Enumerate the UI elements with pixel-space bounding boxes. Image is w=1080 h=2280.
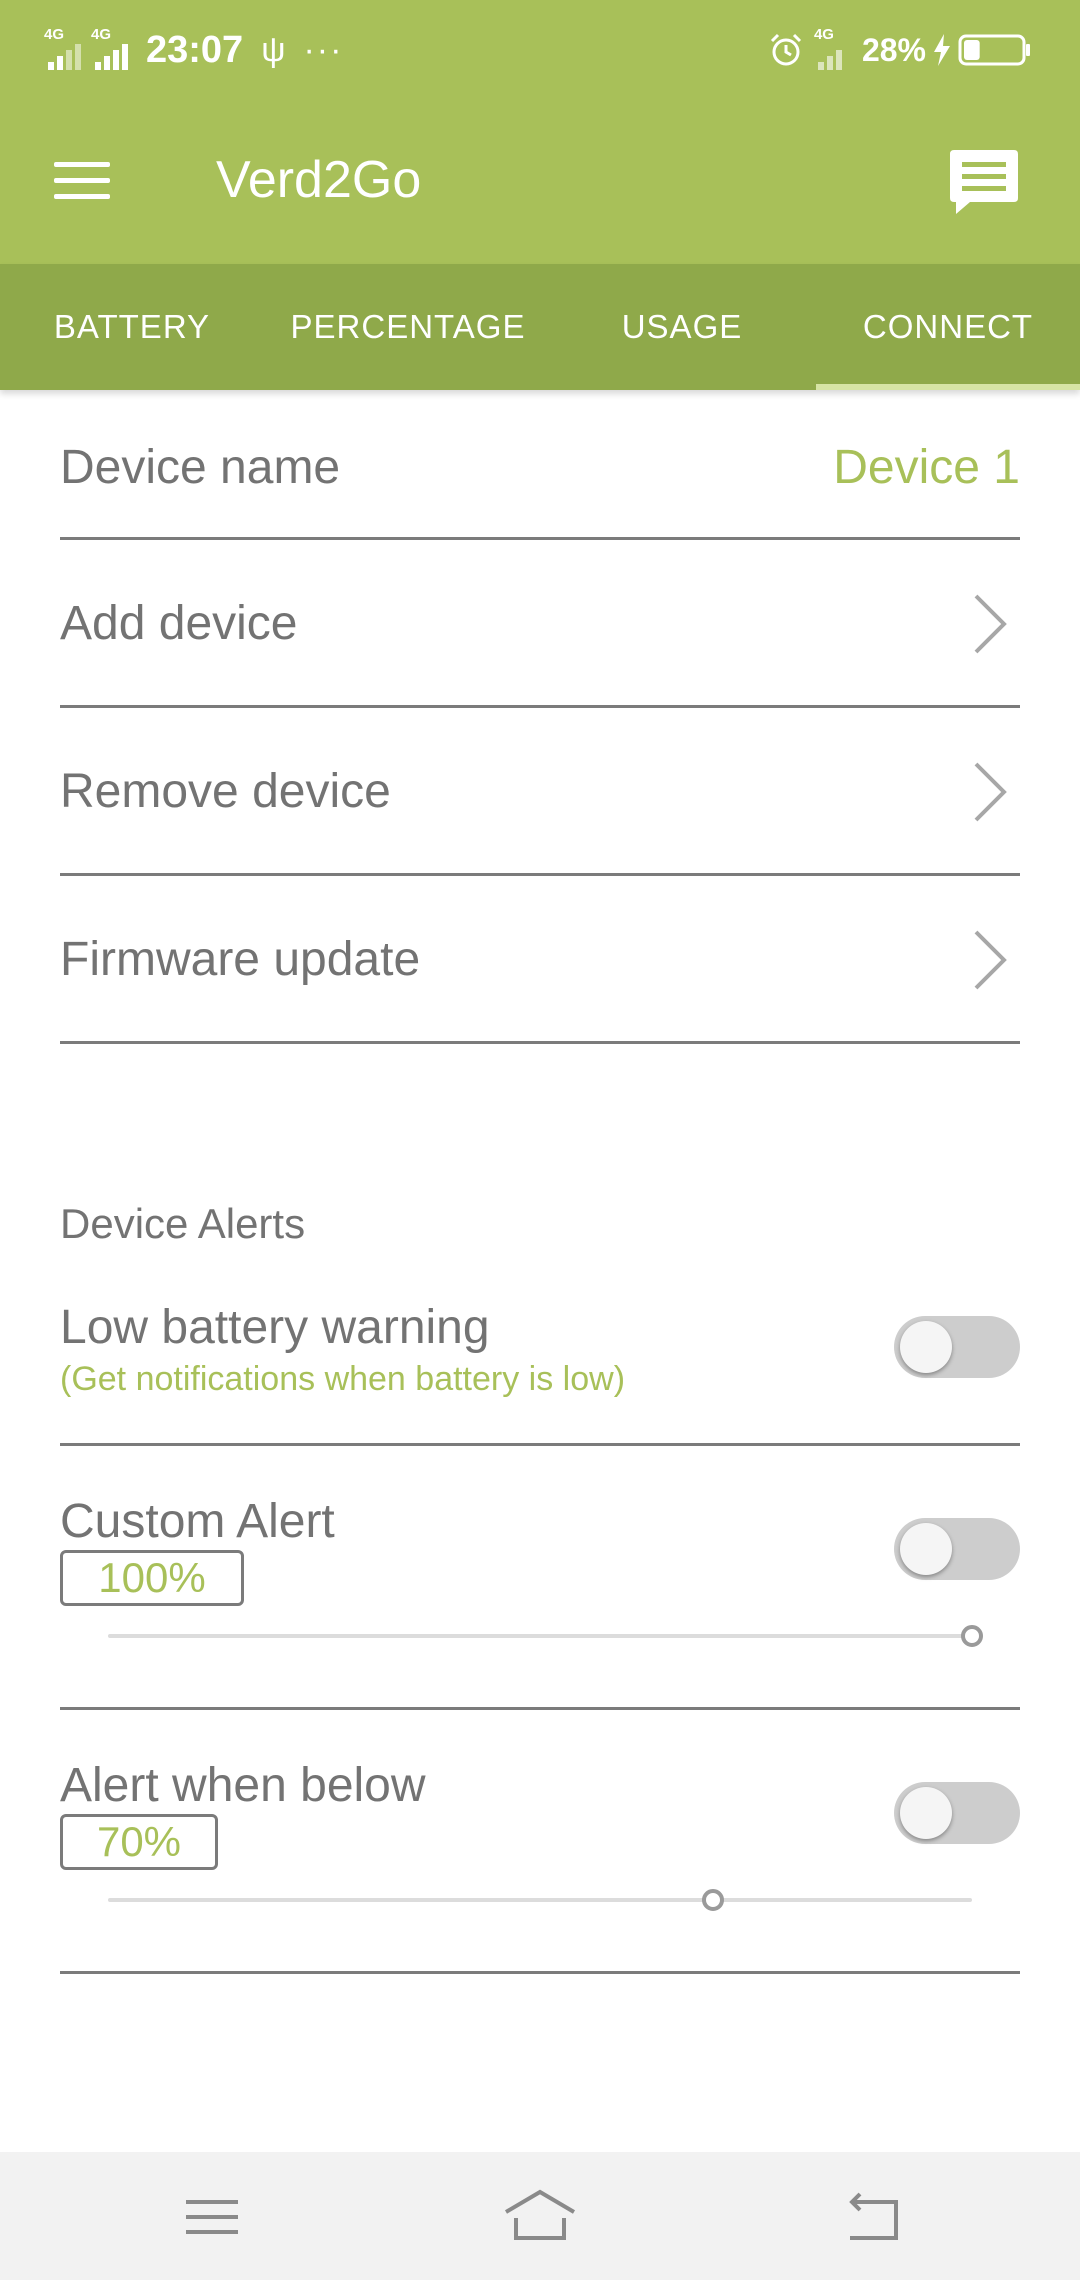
- status-bar: 4G 4G 23:07 ψ ··· 4G 28%: [0, 0, 1080, 98]
- tab-usage[interactable]: USAGE: [590, 264, 774, 390]
- low-battery-title: Low battery warning: [60, 1301, 490, 1354]
- slider-thumb[interactable]: [961, 1625, 983, 1647]
- firmware-update-label: Firmware update: [60, 933, 421, 986]
- device-name-value: Device 1: [833, 441, 1020, 494]
- signal-1-icon: 4G: [44, 26, 81, 70]
- slider-track: [108, 1634, 972, 1638]
- custom-alert-row: Custom Alert 100%: [60, 1446, 1020, 1710]
- add-device-row[interactable]: Add device: [60, 540, 1020, 708]
- app-title: Verd2Go: [216, 151, 422, 209]
- alert-below-row: Alert when below 70%: [60, 1710, 1020, 1974]
- low-battery-subtitle: (Get notifications when battery is low): [60, 1360, 626, 1398]
- status-right: 4G 28%: [768, 22, 1032, 78]
- custom-alert-slider[interactable]: [108, 1616, 983, 1656]
- device-name-row[interactable]: Device name Device 1: [60, 390, 1020, 540]
- battery-icon: [958, 34, 1030, 66]
- clock: 23:07: [146, 28, 244, 71]
- app-bar: Verd2Go: [0, 98, 1080, 264]
- battery-percent: 28%: [861, 31, 926, 68]
- remove-device-label: Remove device: [60, 765, 391, 818]
- tab-battery[interactable]: BATTERY: [30, 264, 234, 390]
- signal-2-icon: 4G: [91, 26, 128, 70]
- home-icon[interactable]: [500, 2182, 580, 2252]
- custom-alert-value-box: 100%: [60, 1550, 244, 1606]
- status-left: 4G 4G 23:07 ψ ···: [44, 22, 343, 78]
- chevron-right-icon: [974, 594, 1007, 654]
- tab-percentage[interactable]: PERCENTAGE: [272, 264, 544, 390]
- usb-icon: ψ: [261, 30, 286, 69]
- low-battery-row: Low battery warning (Get notifications w…: [60, 1280, 1020, 1446]
- alert-below-toggle[interactable]: [894, 1782, 1020, 1844]
- alert-below-slider[interactable]: [108, 1880, 972, 1920]
- device-name-label: Device name: [60, 441, 341, 494]
- lightning-icon: [934, 34, 950, 66]
- chat-message-icon[interactable]: [948, 146, 1020, 218]
- slider-thumb[interactable]: [701, 1889, 724, 1911]
- chevron-right-icon: [974, 762, 1007, 822]
- signal-3-icon: 4G: [814, 26, 842, 70]
- firmware-update-row[interactable]: Firmware update: [60, 876, 1020, 1044]
- remove-device-row[interactable]: Remove device: [60, 708, 1020, 876]
- low-battery-toggle[interactable]: [894, 1316, 1020, 1378]
- section-title-device-alerts: Device Alerts: [60, 1200, 306, 1247]
- toggle-knob: [900, 1787, 952, 1839]
- back-icon[interactable]: [830, 2182, 910, 2252]
- recent-apps-icon[interactable]: [172, 2182, 252, 2252]
- toggle-knob: [900, 1523, 952, 1575]
- tab-bar: BATTERY PERCENTAGE USAGE CONNECT: [0, 264, 1080, 390]
- toggle-knob: [900, 1321, 952, 1373]
- system-nav-bar: [0, 2152, 1080, 2280]
- chevron-right-icon: [974, 930, 1007, 990]
- alarm-icon: [770, 33, 802, 66]
- alert-below-title: Alert when below: [60, 1759, 426, 1812]
- slider-track: [108, 1898, 972, 1902]
- hamburger-menu-icon[interactable]: [50, 156, 116, 206]
- custom-alert-title: Custom Alert: [60, 1495, 335, 1548]
- tab-connect[interactable]: CONNECT: [816, 264, 1080, 390]
- alert-below-value-box: 70%: [60, 1814, 218, 1870]
- add-device-label: Add device: [60, 597, 298, 650]
- custom-alert-toggle[interactable]: [894, 1518, 1020, 1580]
- more-notifications-icon: ···: [303, 30, 344, 69]
